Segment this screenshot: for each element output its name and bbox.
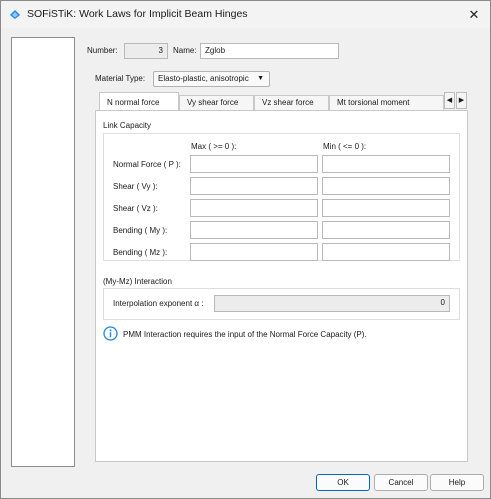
dialog-window: SOFiSTiK: Work Laws for Implicit Beam Hi… — [0, 0, 491, 499]
tab-scroll-left-icon[interactable]: ◀ — [444, 92, 455, 109]
tab-normal-force[interactable]: N normal force — [99, 92, 179, 111]
row-label-bending-mz: Bending ( Mz ): — [113, 248, 168, 257]
tab-vz-shear-force[interactable]: Vz shear force — [254, 95, 329, 111]
min-normal-force-input[interactable] — [322, 155, 450, 173]
name-label: Name: — [173, 46, 197, 55]
material-type-label: Material Type: — [95, 74, 146, 83]
min-shear-vz-input[interactable] — [322, 199, 450, 217]
row-label-bending-my: Bending ( My ): — [113, 226, 168, 235]
number-field[interactable]: 3 — [124, 43, 168, 59]
max-shear-vy-input[interactable] — [190, 177, 318, 195]
max-normal-force-input[interactable] — [190, 155, 318, 173]
window-title: SOFiSTiK: Work Laws for Implicit Beam Hi… — [27, 8, 248, 20]
max-bending-my-input[interactable] — [190, 221, 318, 239]
max-column-header: Max ( >= 0 ): — [191, 142, 237, 151]
min-bending-my-input[interactable] — [322, 221, 450, 239]
min-shear-vy-input[interactable] — [322, 177, 450, 195]
row-label-shear-vz: Shear ( Vz ): — [113, 204, 158, 213]
help-button[interactable]: Help — [430, 474, 484, 491]
title-bar[interactable]: SOFiSTiK: Work Laws for Implicit Beam Hi… — [1, 1, 490, 28]
name-field[interactable]: Zglob — [200, 43, 339, 59]
force-tabs: N normal force Vy shear force Vz shear f… — [95, 92, 444, 111]
link-capacity-group — [103, 133, 460, 261]
interaction-title: (My-Mz) Interaction — [103, 277, 172, 286]
interpolation-exponent-field[interactable]: 0 — [214, 295, 450, 312]
min-column-header: Min ( <= 0 ): — [323, 142, 367, 151]
link-capacity-title: Link Capacity — [103, 121, 152, 130]
row-label-shear-vy: Shear ( Vy ): — [113, 182, 158, 191]
number-label: Number: — [87, 46, 118, 55]
info-message: PMM Interaction requires the input of th… — [123, 330, 367, 339]
info-icon — [103, 326, 118, 341]
row-label-normal-force: Normal Force ( P ): — [113, 160, 181, 169]
tab-torsional-moment[interactable]: Mt torsional moment — [329, 95, 444, 111]
max-bending-mz-input[interactable] — [190, 243, 318, 261]
material-type-select[interactable]: Elasto-plastic, anisotropic ▼ — [153, 71, 270, 87]
ok-button[interactable]: OK — [316, 474, 370, 491]
sofistik-logo-icon — [10, 10, 20, 19]
hinge-list-panel[interactable] — [11, 37, 75, 467]
tab-vy-shear-force[interactable]: Vy shear force — [179, 95, 254, 111]
close-icon[interactable]: ✕ — [466, 7, 482, 23]
chevron-down-icon: ▼ — [257, 75, 264, 82]
min-bending-mz-input[interactable] — [322, 243, 450, 261]
tab-scroll-right-icon[interactable]: ▶ — [456, 92, 467, 109]
max-shear-vz-input[interactable] — [190, 199, 318, 217]
interpolation-exponent-label: Interpolation exponent α : — [113, 299, 204, 308]
material-type-value: Elasto-plastic, anisotropic — [158, 74, 249, 83]
cancel-button[interactable]: Cancel — [374, 474, 428, 491]
